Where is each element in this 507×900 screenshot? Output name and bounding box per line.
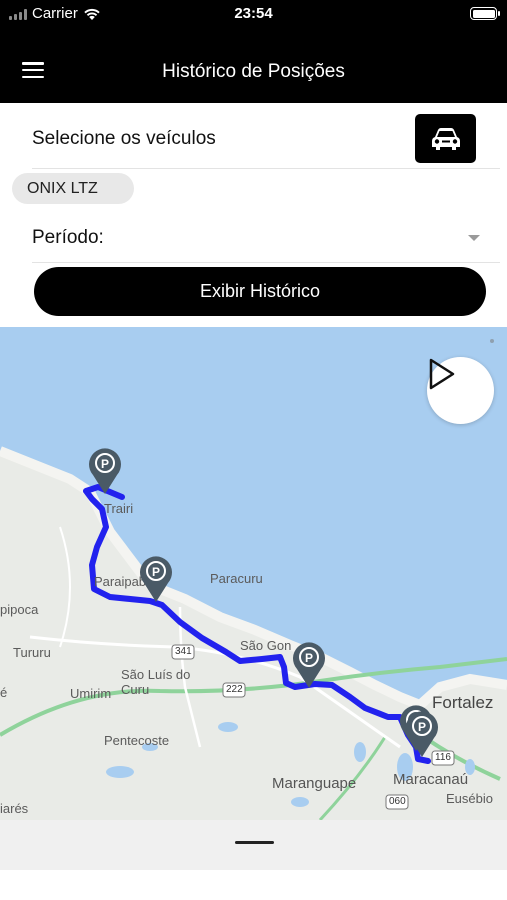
map-label-umirim: Umirim <box>70 686 112 701</box>
parking-pin-icon[interactable]: P <box>290 639 328 689</box>
map-label-maracanau: Maracanaú <box>393 771 469 788</box>
svg-text:P: P <box>418 720 426 734</box>
vehicle-select-row: Selecione os veículos <box>32 103 500 169</box>
battery-icon <box>470 7 500 20</box>
bottom-sheet[interactable] <box>0 820 507 870</box>
parking-pin-icon[interactable]: P <box>403 708 441 758</box>
nav-bar: Histórico de Posições <box>0 28 507 103</box>
map-label-trairi: Trairi <box>104 501 134 516</box>
map-label-west: é <box>0 685 8 700</box>
road-white-3 <box>59 526 71 648</box>
parking-pin-icon[interactable]: P <box>86 445 124 495</box>
map-label-curu: Curu <box>121 682 150 697</box>
road-shield-label: 341 <box>175 646 192 657</box>
map-label-tururu: Tururu <box>13 645 51 660</box>
map-label-southwest: iarés <box>0 801 29 816</box>
app-screen: Carrier 23:54 Histórico de Posições Sele… <box>0 0 507 900</box>
lake <box>354 742 366 762</box>
select-vehicle-button[interactable] <box>415 114 476 163</box>
play-route-button[interactable] <box>427 357 494 424</box>
vehicle-chip[interactable]: ONIX LTZ <box>12 173 134 204</box>
lake <box>106 766 134 778</box>
chevron-down-icon <box>468 235 480 241</box>
vehicle-select-label: Selecione os veículos <box>32 128 216 149</box>
map-label-eusebio: Eusébio <box>446 791 493 806</box>
svg-text:P: P <box>101 457 109 471</box>
map-view[interactable]: 341 222 116 060 Trairi Paraipab Paracuru… <box>0 327 507 820</box>
status-time: 23:54 <box>234 5 273 22</box>
map-label-fortaleza: Fortalez <box>432 693 494 712</box>
page-title: Histórico de Posições <box>162 61 345 82</box>
period-label: Período: <box>32 227 104 248</box>
bottom-safe-area <box>0 870 507 900</box>
svg-text:P: P <box>305 651 313 665</box>
map-label-maranguape: Maranguape <box>272 775 357 792</box>
parking-pin-icon[interactable]: P <box>137 553 175 603</box>
status-bar: Carrier 23:54 <box>0 0 507 28</box>
car-icon <box>431 127 460 150</box>
road-shield-label: 222 <box>226 684 243 695</box>
map-compass-dot <box>490 339 494 343</box>
lake <box>218 722 238 732</box>
map-label-paracuru: Paracuru <box>210 571 263 586</box>
map-label-pentecoste: Pentecoste <box>104 733 170 748</box>
filter-form: Selecione os veículos ONIX LTZ Período: … <box>0 103 507 327</box>
show-history-button[interactable]: Exibir Histórico <box>34 267 486 316</box>
period-dropdown[interactable]: Período: <box>32 208 500 263</box>
map-label-sao-luis: São Luís do <box>121 667 191 682</box>
sheet-drag-handle[interactable] <box>235 841 274 844</box>
play-icon <box>429 358 455 390</box>
lake <box>291 797 309 807</box>
map-label-itapipoca: pipoca <box>0 602 39 617</box>
svg-text:P: P <box>152 565 160 579</box>
road-shield-label: 060 <box>389 796 406 807</box>
map-label-sao-goncalo: São Gon <box>240 638 292 653</box>
